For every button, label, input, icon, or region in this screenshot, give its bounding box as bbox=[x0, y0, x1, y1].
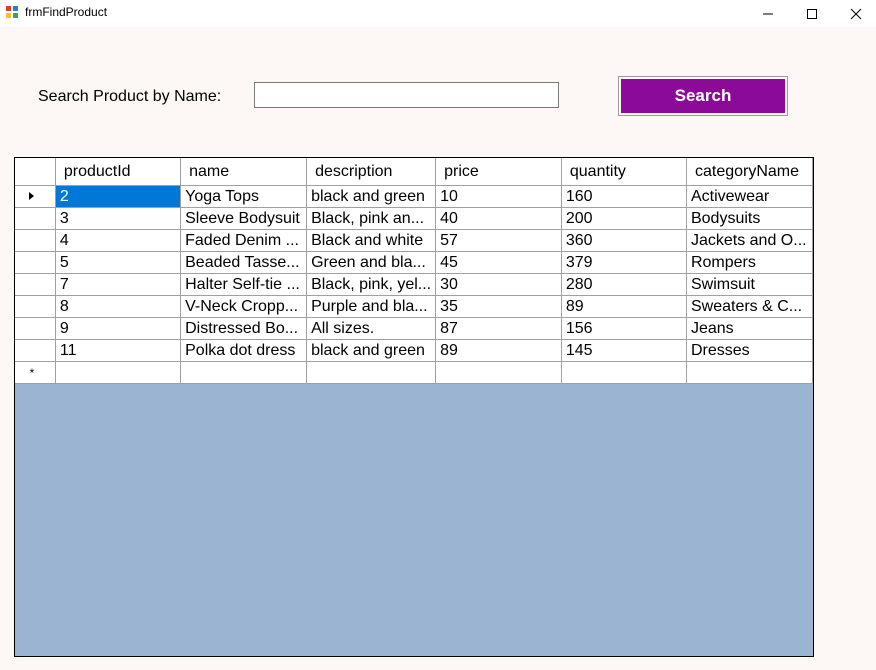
close-button[interactable] bbox=[833, 0, 876, 27]
cell-name[interactable]: Beaded Tasse... bbox=[180, 251, 308, 274]
cell-name[interactable]: Faded Denim ... bbox=[180, 229, 308, 252]
cell-quantity[interactable]: 379 bbox=[561, 251, 687, 274]
cell-description[interactable]: Black, pink an... bbox=[306, 207, 437, 230]
cell-name[interactable]: Sleeve Bodysuit bbox=[180, 207, 308, 230]
table-row[interactable]: 4 Faded Denim ... Black and white 57 360… bbox=[15, 229, 813, 252]
new-row[interactable]: * bbox=[15, 361, 813, 384]
cell-description[interactable]: black and green bbox=[306, 185, 437, 208]
cell-name[interactable]: Polka dot dress bbox=[180, 339, 308, 362]
cell-categoryname[interactable]: Sweaters & C... bbox=[686, 295, 813, 318]
cell-categoryname[interactable]: Jackets and O... bbox=[686, 229, 813, 252]
cell-quantity[interactable]: 360 bbox=[561, 229, 687, 252]
cell-description[interactable]: Black and white bbox=[306, 229, 437, 252]
cell-productid[interactable]: 9 bbox=[55, 317, 182, 340]
cell-price[interactable]: 30 bbox=[435, 273, 562, 296]
row-header[interactable] bbox=[15, 207, 56, 230]
title-bar: frmFindProduct bbox=[0, 0, 876, 27]
table-row[interactable]: 3 Sleeve Bodysuit Black, pink an... 40 2… bbox=[15, 207, 813, 230]
cell-categoryname[interactable]: Activewear bbox=[686, 185, 813, 208]
cell-categoryname[interactable] bbox=[686, 361, 813, 384]
cell-quantity[interactable]: 280 bbox=[561, 273, 687, 296]
cell-categoryname[interactable]: Bodysuits bbox=[686, 207, 813, 230]
cell-description[interactable]: Green and bla... bbox=[306, 251, 437, 274]
cell-description[interactable]: All sizes. bbox=[306, 317, 437, 340]
current-row-arrow-icon bbox=[29, 192, 35, 201]
product-grid[interactable]: productId name description price quantit… bbox=[14, 157, 814, 657]
cell-quantity[interactable]: 145 bbox=[561, 339, 687, 362]
column-header-categoryname[interactable]: categoryName bbox=[686, 158, 813, 186]
column-header-quantity[interactable]: quantity bbox=[561, 158, 687, 186]
cell-price[interactable] bbox=[435, 361, 562, 384]
cell-price[interactable]: 57 bbox=[435, 229, 562, 252]
row-header[interactable] bbox=[15, 317, 56, 340]
cell-productid[interactable]: 2 bbox=[55, 185, 182, 208]
cell-description[interactable]: black and green bbox=[306, 339, 437, 362]
column-header-name[interactable]: name bbox=[180, 158, 308, 186]
search-button-frame[interactable]: Search bbox=[618, 76, 788, 116]
cell-name[interactable]: Yoga Tops bbox=[180, 185, 308, 208]
product-table: productId name description price quantit… bbox=[15, 158, 813, 384]
corner-header-cell[interactable] bbox=[15, 158, 56, 186]
window-title: frmFindProduct bbox=[25, 5, 108, 19]
row-header[interactable] bbox=[15, 295, 56, 318]
cell-productid[interactable]: 5 bbox=[55, 251, 182, 274]
cell-productid[interactable]: 3 bbox=[55, 207, 182, 230]
cell-productid[interactable]: 4 bbox=[55, 229, 182, 252]
cell-description[interactable] bbox=[306, 361, 437, 384]
table-row[interactable]: 9 Distressed Bo... All sizes. 87 156 Jea… bbox=[15, 317, 813, 340]
cell-productid[interactable] bbox=[55, 361, 182, 384]
search-label: Search Product by Name: bbox=[38, 88, 222, 105]
cell-categoryname[interactable]: Swimsuit bbox=[686, 273, 813, 296]
row-header[interactable] bbox=[15, 251, 56, 274]
column-header-productid[interactable]: productId bbox=[55, 158, 182, 186]
column-header-description[interactable]: description bbox=[306, 158, 437, 186]
search-input[interactable] bbox=[254, 82, 559, 108]
cell-quantity[interactable]: 160 bbox=[561, 185, 687, 208]
cell-name[interactable] bbox=[180, 361, 308, 384]
cell-productid[interactable]: 8 bbox=[55, 295, 182, 318]
row-header[interactable] bbox=[15, 229, 56, 252]
cell-price[interactable]: 89 bbox=[435, 339, 562, 362]
row-header[interactable] bbox=[15, 339, 56, 362]
cell-price[interactable]: 10 bbox=[435, 185, 562, 208]
cell-categoryname[interactable]: Dresses bbox=[686, 339, 813, 362]
table-row[interactable]: 8 V-Neck Cropp... Purple and bla... 35 8… bbox=[15, 295, 813, 318]
minimize-button[interactable] bbox=[745, 0, 791, 27]
column-header-price[interactable]: price bbox=[435, 158, 562, 186]
cell-productid[interactable]: 11 bbox=[55, 339, 182, 362]
cell-price[interactable]: 35 bbox=[435, 295, 562, 318]
cell-name[interactable]: Distressed Bo... bbox=[180, 317, 308, 340]
cell-description[interactable]: Black, pink, yel... bbox=[306, 273, 437, 296]
row-header[interactable]: * bbox=[15, 361, 56, 384]
form-body: Search Product by Name: Search productId… bbox=[0, 27, 876, 670]
row-header[interactable] bbox=[15, 273, 56, 296]
maximize-button[interactable] bbox=[789, 0, 835, 27]
table-row[interactable]: 11 Polka dot dress black and green 89 14… bbox=[15, 339, 813, 362]
app-icon bbox=[5, 5, 19, 19]
row-header[interactable] bbox=[15, 185, 56, 208]
close-icon bbox=[850, 8, 862, 19]
cell-productid[interactable]: 7 bbox=[55, 273, 182, 296]
header-row: productId name description price quantit… bbox=[15, 158, 813, 186]
cell-quantity[interactable]: 156 bbox=[561, 317, 687, 340]
cell-quantity[interactable] bbox=[561, 361, 687, 384]
table-row[interactable]: 2 Yoga Tops black and green 10 160 Activ… bbox=[15, 185, 813, 208]
cell-price[interactable]: 87 bbox=[435, 317, 562, 340]
search-button[interactable]: Search bbox=[621, 79, 785, 113]
maximize-icon bbox=[807, 8, 817, 19]
table-row[interactable]: 7 Halter Self-tie ... Black, pink, yel..… bbox=[15, 273, 813, 296]
cell-quantity[interactable]: 200 bbox=[561, 207, 687, 230]
cell-price[interactable]: 40 bbox=[435, 207, 562, 230]
minimize-icon bbox=[763, 13, 773, 14]
cell-categoryname[interactable]: Rompers bbox=[686, 251, 813, 274]
table-row[interactable]: 5 Beaded Tasse... Green and bla... 45 37… bbox=[15, 251, 813, 274]
cell-price[interactable]: 45 bbox=[435, 251, 562, 274]
new-row-marker: * bbox=[29, 365, 35, 380]
cell-name[interactable]: Halter Self-tie ... bbox=[180, 273, 308, 296]
cell-quantity[interactable]: 89 bbox=[561, 295, 687, 318]
cell-categoryname[interactable]: Jeans bbox=[686, 317, 813, 340]
cell-name[interactable]: V-Neck Cropp... bbox=[180, 295, 308, 318]
cell-description[interactable]: Purple and bla... bbox=[306, 295, 437, 318]
